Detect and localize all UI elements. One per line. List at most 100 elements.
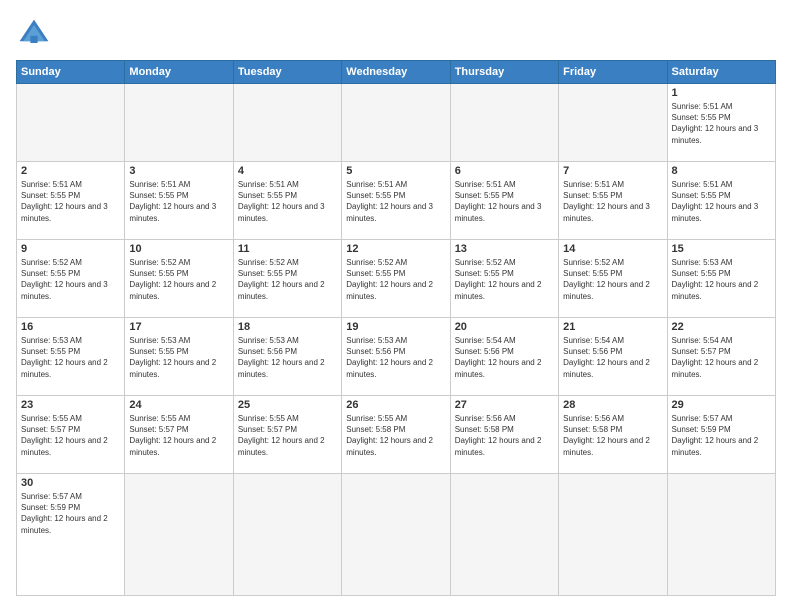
day-info: Sunrise: 5:53 AMSunset: 5:56 PMDaylight:… <box>346 335 445 380</box>
day-number: 25 <box>238 399 337 411</box>
day-number: 30 <box>21 477 120 489</box>
calendar-cell: 3 Sunrise: 5:51 AMSunset: 5:55 PMDaylight… <box>125 162 233 240</box>
calendar-cell: 5Sunrise: 5:51 AMSunset: 5:55 PMDaylight… <box>342 162 450 240</box>
day-info: Sunrise: 5:51 AMSunset: 5:55 PMDaylight:… <box>129 179 228 224</box>
day-number: 10 <box>129 243 228 255</box>
day-number: 21 <box>563 321 662 333</box>
day-number: 6 <box>455 165 554 177</box>
calendar-cell: 14 Sunrise: 5:52 AMSunset: 5:55 PMDayligh… <box>559 240 667 318</box>
col-header-sunday: Sunday <box>17 61 125 84</box>
calendar-cell: 27Sunrise: 5:56 AMSunset: 5:58 PMDayligh… <box>450 396 558 474</box>
day-number: 22 <box>672 321 771 333</box>
day-info: Sunrise: 5:57 AMSunset: 5:59 PMDaylight:… <box>672 413 771 458</box>
calendar-cell: 29Sunrise: 5:57 AMSunset: 5:59 PMDayligh… <box>667 396 775 474</box>
day-info: Sunrise: 5:54 AMSunset: 5:57 PMDaylight:… <box>672 335 771 380</box>
day-info: Sunrise: 5:51 AMSunset: 5:55 PMDaylight:… <box>672 101 771 146</box>
calendar-cell: 4 Sunrise: 5:51 AMSunset: 5:55 PMDaylight… <box>233 162 341 240</box>
day-info: Sunrise: 5:51 AMSunset: 5:55 PMDaylight:… <box>563 179 662 224</box>
day-info: Sunrise: 5:57 AMSunset: 5:59 PMDaylight:… <box>21 491 120 536</box>
day-number: 23 <box>21 399 120 411</box>
calendar-cell <box>342 84 450 162</box>
calendar-cell <box>450 474 558 596</box>
calendar-cell: 1 Sunrise: 5:51 AMSunset: 5:55 PMDaylight… <box>667 84 775 162</box>
col-header-friday: Friday <box>559 61 667 84</box>
calendar-cell: 17 Sunrise: 5:53 AMSunset: 5:55 PMDayligh… <box>125 318 233 396</box>
day-number: 18 <box>238 321 337 333</box>
calendar-cell: 20 Sunrise: 5:54 AMSunset: 5:56 PMDayligh… <box>450 318 558 396</box>
day-number: 13 <box>455 243 554 255</box>
day-info: Sunrise: 5:52 AMSunset: 5:55 PMDaylight:… <box>455 257 554 302</box>
col-header-monday: Monday <box>125 61 233 84</box>
header <box>16 16 776 52</box>
calendar-cell: 9 Sunrise: 5:52 AMSunset: 5:55 PMDaylight… <box>17 240 125 318</box>
calendar-cell: 13 Sunrise: 5:52 AMSunset: 5:55 PMDayligh… <box>450 240 558 318</box>
calendar-cell <box>667 474 775 596</box>
day-info: Sunrise: 5:55 AMSunset: 5:57 PMDaylight:… <box>129 413 228 458</box>
day-number: 4 <box>238 165 337 177</box>
col-header-saturday: Saturday <box>667 61 775 84</box>
day-info: Sunrise: 5:54 AMSunset: 5:56 PMDaylight:… <box>563 335 662 380</box>
calendar-cell: 28 Sunrise: 5:56 AMSunset: 5:58 PMDayligh… <box>559 396 667 474</box>
calendar-cell: 23 Sunrise: 5:55 AMSunset: 5:57 PMDayligh… <box>17 396 125 474</box>
calendar-cell: 16Sunrise: 5:53 AMSunset: 5:55 PMDayligh… <box>17 318 125 396</box>
calendar-cell: 7 Sunrise: 5:51 AMSunset: 5:55 PMDaylight… <box>559 162 667 240</box>
day-number: 9 <box>21 243 120 255</box>
logo <box>16 16 56 52</box>
day-info: Sunrise: 5:52 AMSunset: 5:55 PMDaylight:… <box>563 257 662 302</box>
day-number: 8 <box>672 165 771 177</box>
day-info: Sunrise: 5:51 AMSunset: 5:55 PMDaylight:… <box>346 179 445 224</box>
day-info: Sunrise: 5:55 AMSunset: 5:58 PMDaylight:… <box>346 413 445 458</box>
calendar-cell <box>559 474 667 596</box>
calendar-cell <box>559 84 667 162</box>
day-info: Sunrise: 5:51 AMSunset: 5:55 PMDaylight:… <box>672 179 771 224</box>
calendar-cell: 26 Sunrise: 5:55 AMSunset: 5:58 PMDayligh… <box>342 396 450 474</box>
day-info: Sunrise: 5:52 AMSunset: 5:55 PMDaylight:… <box>21 257 120 302</box>
calendar-cell: 18Sunrise: 5:53 AMSunset: 5:56 PMDayligh… <box>233 318 341 396</box>
calendar-cell: 24Sunrise: 5:55 AMSunset: 5:57 PMDayligh… <box>125 396 233 474</box>
day-info: Sunrise: 5:56 AMSunset: 5:58 PMDaylight:… <box>455 413 554 458</box>
calendar-cell <box>342 474 450 596</box>
calendar-cell: 12Sunrise: 5:52 AMSunset: 5:55 PMDayligh… <box>342 240 450 318</box>
calendar-cell: 21 Sunrise: 5:54 AMSunset: 5:56 PMDayligh… <box>559 318 667 396</box>
day-number: 20 <box>455 321 554 333</box>
day-number: 28 <box>563 399 662 411</box>
calendar-cell <box>17 84 125 162</box>
calendar-table: SundayMondayTuesdayWednesdayThursdayFrid… <box>16 60 776 596</box>
day-info: Sunrise: 5:52 AMSunset: 5:55 PMDaylight:… <box>129 257 228 302</box>
day-info: Sunrise: 5:51 AMSunset: 5:55 PMDaylight:… <box>21 179 120 224</box>
calendar-cell <box>125 474 233 596</box>
day-info: Sunrise: 5:53 AMSunset: 5:55 PMDaylight:… <box>672 257 771 302</box>
calendar-cell <box>125 84 233 162</box>
calendar-cell <box>450 84 558 162</box>
calendar-cell: 10 Sunrise: 5:52 AMSunset: 5:55 PMDayligh… <box>125 240 233 318</box>
calendar-cell: 11Sunrise: 5:52 AMSunset: 5:55 PMDayligh… <box>233 240 341 318</box>
col-header-tuesday: Tuesday <box>233 61 341 84</box>
day-info: Sunrise: 5:53 AMSunset: 5:55 PMDaylight:… <box>129 335 228 380</box>
day-info: Sunrise: 5:56 AMSunset: 5:58 PMDaylight:… <box>563 413 662 458</box>
day-info: Sunrise: 5:51 AMSunset: 5:55 PMDaylight:… <box>238 179 337 224</box>
day-number: 14 <box>563 243 662 255</box>
page: SundayMondayTuesdayWednesdayThursdayFrid… <box>0 0 792 612</box>
calendar-cell <box>233 474 341 596</box>
col-header-wednesday: Wednesday <box>342 61 450 84</box>
day-number: 3 <box>129 165 228 177</box>
calendar-cell: 22 Sunrise: 5:54 AMSunset: 5:57 PMDayligh… <box>667 318 775 396</box>
day-number: 1 <box>672 87 771 99</box>
day-number: 11 <box>238 243 337 255</box>
day-info: Sunrise: 5:54 AMSunset: 5:56 PMDaylight:… <box>455 335 554 380</box>
calendar-cell: 6 Sunrise: 5:51 AMSunset: 5:55 PMDaylight… <box>450 162 558 240</box>
day-number: 15 <box>672 243 771 255</box>
day-number: 16 <box>21 321 120 333</box>
calendar-cell <box>233 84 341 162</box>
day-number: 12 <box>346 243 445 255</box>
calendar-cell: 8 Sunrise: 5:51 AMSunset: 5:55 PMDaylight… <box>667 162 775 240</box>
day-info: Sunrise: 5:51 AMSunset: 5:55 PMDaylight:… <box>455 179 554 224</box>
day-info: Sunrise: 5:55 AMSunset: 5:57 PMDaylight:… <box>21 413 120 458</box>
col-header-thursday: Thursday <box>450 61 558 84</box>
day-number: 7 <box>563 165 662 177</box>
day-number: 26 <box>346 399 445 411</box>
day-info: Sunrise: 5:55 AMSunset: 5:57 PMDaylight:… <box>238 413 337 458</box>
day-number: 17 <box>129 321 228 333</box>
calendar-cell: 19Sunrise: 5:53 AMSunset: 5:56 PMDayligh… <box>342 318 450 396</box>
logo-icon <box>16 16 52 52</box>
